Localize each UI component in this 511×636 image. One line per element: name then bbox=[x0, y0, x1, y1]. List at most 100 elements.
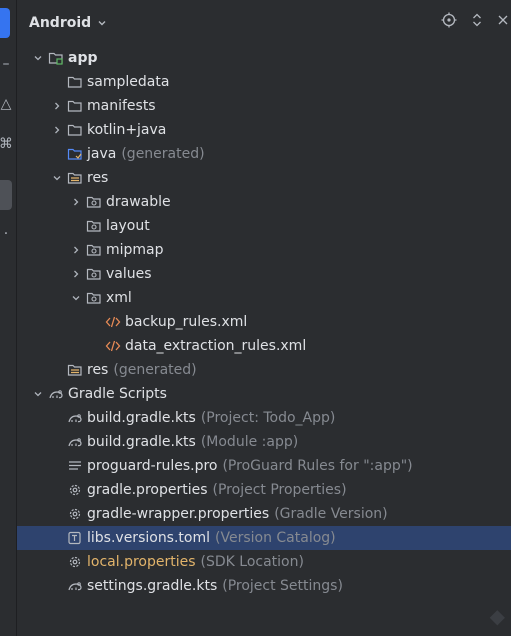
tree-row[interactable]: build.gradle.kts (Module :app) bbox=[17, 430, 511, 454]
tree-row[interactable]: Gradle Scripts bbox=[17, 382, 511, 406]
tree-row-label: Gradle Scripts bbox=[68, 386, 167, 402]
tree-row-hint: (Project Properties) bbox=[212, 482, 347, 498]
watermark-logo: ◆ bbox=[489, 604, 505, 628]
package-folder-icon bbox=[85, 242, 103, 258]
tree-row[interactable]: res bbox=[17, 166, 511, 190]
chevron-right-icon[interactable] bbox=[50, 101, 64, 111]
xml-file-icon bbox=[104, 314, 122, 330]
chevron-down-icon[interactable] bbox=[31, 389, 45, 399]
chevron-right-icon[interactable] bbox=[69, 245, 83, 255]
tree-row-label: data_extraction_rules.xml bbox=[125, 338, 307, 354]
chevron-down-icon[interactable] bbox=[50, 173, 64, 183]
tree-row-label: proguard-rules.pro bbox=[87, 458, 218, 474]
project-panel: Android app sampledata manifests kotlin+jav… bbox=[17, 0, 511, 636]
chevron-right-icon[interactable] bbox=[69, 269, 83, 279]
gradle-icon bbox=[66, 410, 84, 426]
tree-row[interactable]: build.gradle.kts (Project: Todo_App) bbox=[17, 406, 511, 430]
tree-row[interactable]: mipmap bbox=[17, 238, 511, 262]
tree-row[interactable]: res (generated) bbox=[17, 358, 511, 382]
package-folder-icon bbox=[85, 266, 103, 282]
tree-row[interactable]: gradle.properties (Project Properties) bbox=[17, 478, 511, 502]
tree-row-label: gradle.properties bbox=[87, 482, 208, 498]
tree-row[interactable]: manifests bbox=[17, 94, 511, 118]
folder-icon bbox=[66, 74, 84, 90]
chevron-right-icon[interactable] bbox=[69, 197, 83, 207]
chevron-down-icon[interactable] bbox=[31, 53, 45, 63]
tree-row[interactable]: settings.gradle.kts (Project Settings) bbox=[17, 574, 511, 598]
chevron-right-icon[interactable] bbox=[50, 125, 64, 135]
tree-row-hint: (ProGuard Rules for ":app") bbox=[222, 458, 413, 474]
project-tool-button[interactable] bbox=[0, 8, 10, 38]
module-folder-icon bbox=[47, 50, 65, 66]
toml-file-icon bbox=[66, 530, 84, 546]
structure-tool-button[interactable] bbox=[0, 180, 12, 210]
gradle-icon bbox=[66, 434, 84, 450]
resource-folder-icon bbox=[66, 362, 84, 378]
view-selector[interactable]: Android bbox=[29, 15, 107, 31]
view-selector-label: Android bbox=[29, 15, 92, 31]
tree-row-label: gradle-wrapper.properties bbox=[87, 506, 270, 522]
package-folder-icon bbox=[85, 194, 103, 210]
tree-row-hint: (Project Settings) bbox=[222, 578, 343, 594]
package-folder-icon bbox=[85, 290, 103, 306]
tree-row[interactable]: sampledata bbox=[17, 70, 511, 94]
tree-row-label: libs.versions.toml bbox=[87, 530, 211, 546]
tree-row-label: backup_rules.xml bbox=[125, 314, 248, 330]
generated-source-folder-icon bbox=[66, 146, 84, 162]
tree-row[interactable]: values bbox=[17, 262, 511, 286]
tree-row-hint: (Module :app) bbox=[200, 434, 299, 450]
resource-folder-icon bbox=[66, 170, 84, 186]
tree-row-label: xml bbox=[106, 290, 132, 306]
tree-row-hint: (Project: Todo_App) bbox=[200, 410, 336, 426]
tree-row[interactable]: gradle-wrapper.properties (Gradle Version… bbox=[17, 502, 511, 526]
tree-row-label: values bbox=[106, 266, 152, 282]
more-tools-icon[interactable]: · bbox=[0, 222, 12, 246]
tree-row-hint: (Version Catalog) bbox=[215, 530, 336, 546]
tree-row-hint: (generated) bbox=[113, 362, 197, 378]
tree-row[interactable]: local.properties (SDK Location) bbox=[17, 550, 511, 574]
tree-row-label: build.gradle.kts bbox=[87, 410, 196, 426]
close-icon[interactable] bbox=[497, 14, 509, 26]
tree-row[interactable]: proguard-rules.pro (ProGuard Rules for ":… bbox=[17, 454, 511, 478]
gear-icon bbox=[66, 482, 84, 498]
locate-file-icon[interactable] bbox=[441, 12, 457, 28]
folder-icon bbox=[66, 98, 84, 114]
tree-row[interactable]: xml bbox=[17, 286, 511, 310]
folder-icon bbox=[66, 122, 84, 138]
tree-row[interactable]: data_extraction_rules.xml bbox=[17, 334, 511, 358]
chevron-down-icon bbox=[98, 21, 106, 26]
gear-icon bbox=[66, 506, 84, 522]
tree-row-label: mipmap bbox=[106, 242, 164, 258]
project-tree: app sampledata manifests kotlin+java java (ge… bbox=[17, 46, 511, 598]
tree-row[interactable]: app bbox=[17, 46, 511, 70]
tree-row-label: app bbox=[68, 50, 98, 66]
gradle-tool-icon[interactable]: ⌘ bbox=[0, 132, 13, 156]
chevron-down-icon[interactable] bbox=[69, 293, 83, 303]
tree-row-hint: (Gradle Version) bbox=[274, 506, 388, 522]
xml-file-icon bbox=[104, 338, 122, 354]
tree-row[interactable]: kotlin+java bbox=[17, 118, 511, 142]
tree-row-label: build.gradle.kts bbox=[87, 434, 196, 450]
commit-tool-icon[interactable]: – bbox=[0, 52, 12, 76]
pull-requests-tool-icon[interactable]: △ bbox=[0, 92, 12, 116]
tree-row-hint: (generated) bbox=[121, 146, 205, 162]
tree-row-label: java bbox=[87, 146, 117, 162]
panel-header: Android bbox=[17, 0, 511, 46]
expand-collapse-icon[interactable] bbox=[471, 12, 483, 28]
tree-row[interactable]: java (generated) bbox=[17, 142, 511, 166]
tree-row-hint: (SDK Location) bbox=[200, 554, 304, 570]
gradle-icon bbox=[47, 386, 65, 402]
tree-row-label: settings.gradle.kts bbox=[87, 578, 218, 594]
gradle-icon bbox=[66, 578, 84, 594]
tree-row[interactable]: layout bbox=[17, 214, 511, 238]
package-folder-icon bbox=[85, 218, 103, 234]
tree-row-label: sampledata bbox=[87, 74, 170, 90]
tree-row-label: kotlin+java bbox=[87, 122, 167, 138]
tree-row[interactable]: drawable bbox=[17, 190, 511, 214]
tree-row[interactable]: libs.versions.toml (Version Catalog) bbox=[17, 526, 511, 550]
tool-window-strip: – △ ⌘ · bbox=[0, 0, 17, 636]
tree-row[interactable]: backup_rules.xml bbox=[17, 310, 511, 334]
text-file-icon bbox=[66, 458, 84, 474]
tree-row-label: layout bbox=[106, 218, 150, 234]
tree-row-label: local.properties bbox=[87, 554, 196, 570]
